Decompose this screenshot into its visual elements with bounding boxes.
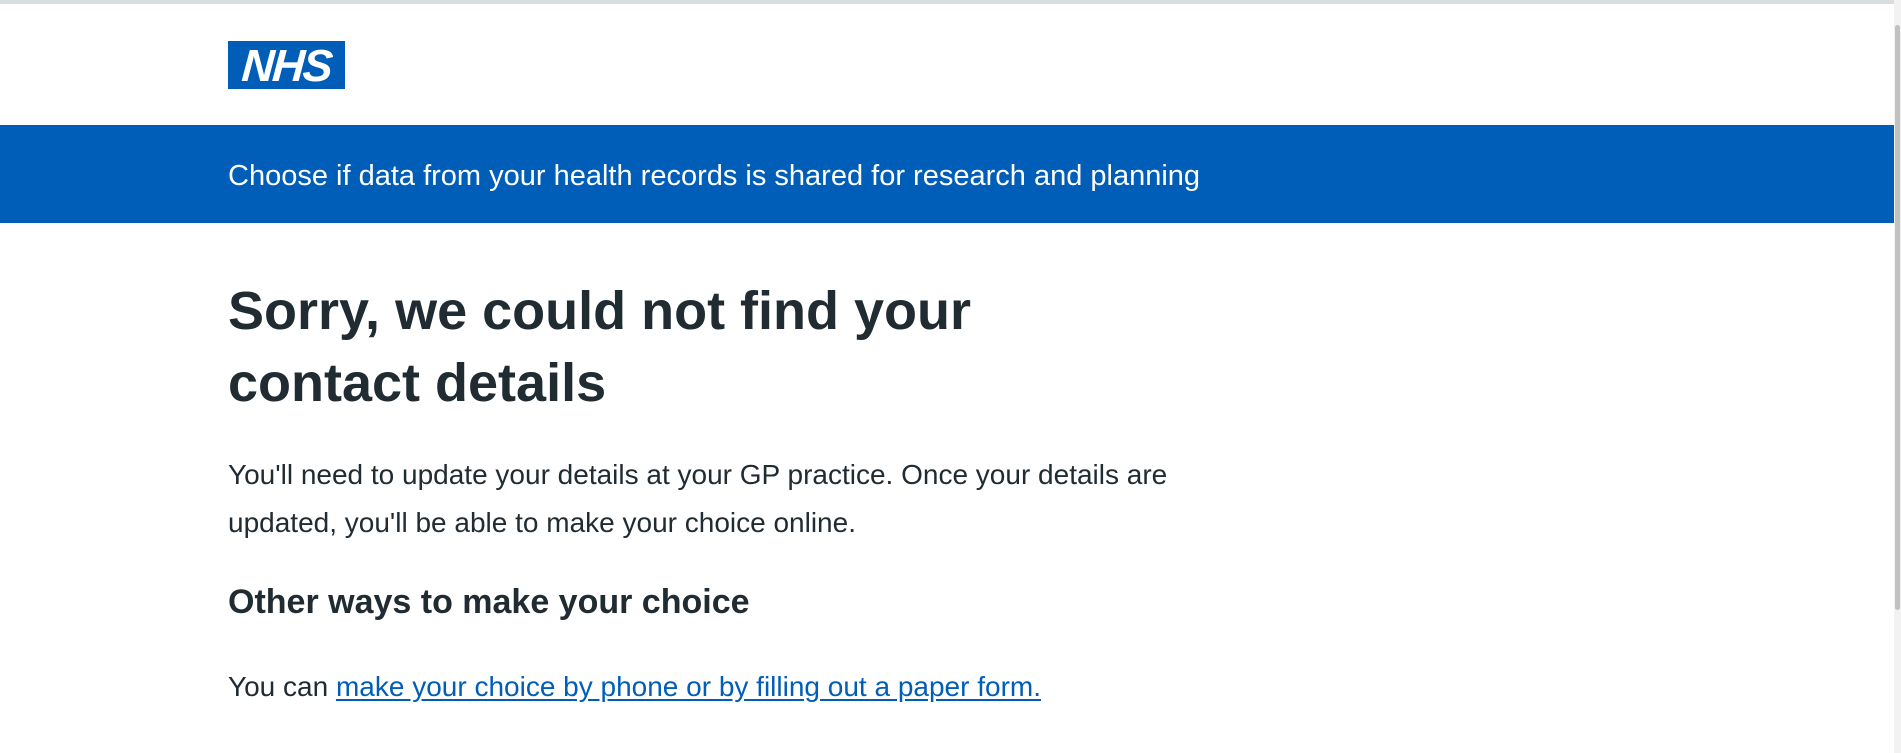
scrollbar-thumb[interactable] <box>1895 25 1900 610</box>
nhs-logo[interactable]: NHS <box>228 39 345 91</box>
choice-paragraph: You can make your choice by phone or by … <box>228 667 1041 707</box>
choice-prefix-text: You can <box>228 671 336 702</box>
other-ways-heading: Other ways to make your choice <box>228 583 750 621</box>
page: NHS Choose if data from your health reco… <box>0 0 1894 753</box>
service-banner: Choose if data from your health records … <box>0 125 1894 223</box>
site-header: NHS <box>0 4 1894 125</box>
phone-or-paper-form-link[interactable]: make your choice by phone or by filling … <box>336 671 1041 702</box>
service-name-link[interactable]: Choose if data from your health records … <box>228 159 1200 193</box>
nhs-logo-text: NHS <box>240 39 333 91</box>
intro-paragraph: You'll need to update your details at yo… <box>228 459 1168 538</box>
page-title: Sorry, we could not find your contact de… <box>228 281 972 413</box>
vertical-scrollbar[interactable] <box>1894 0 1901 753</box>
